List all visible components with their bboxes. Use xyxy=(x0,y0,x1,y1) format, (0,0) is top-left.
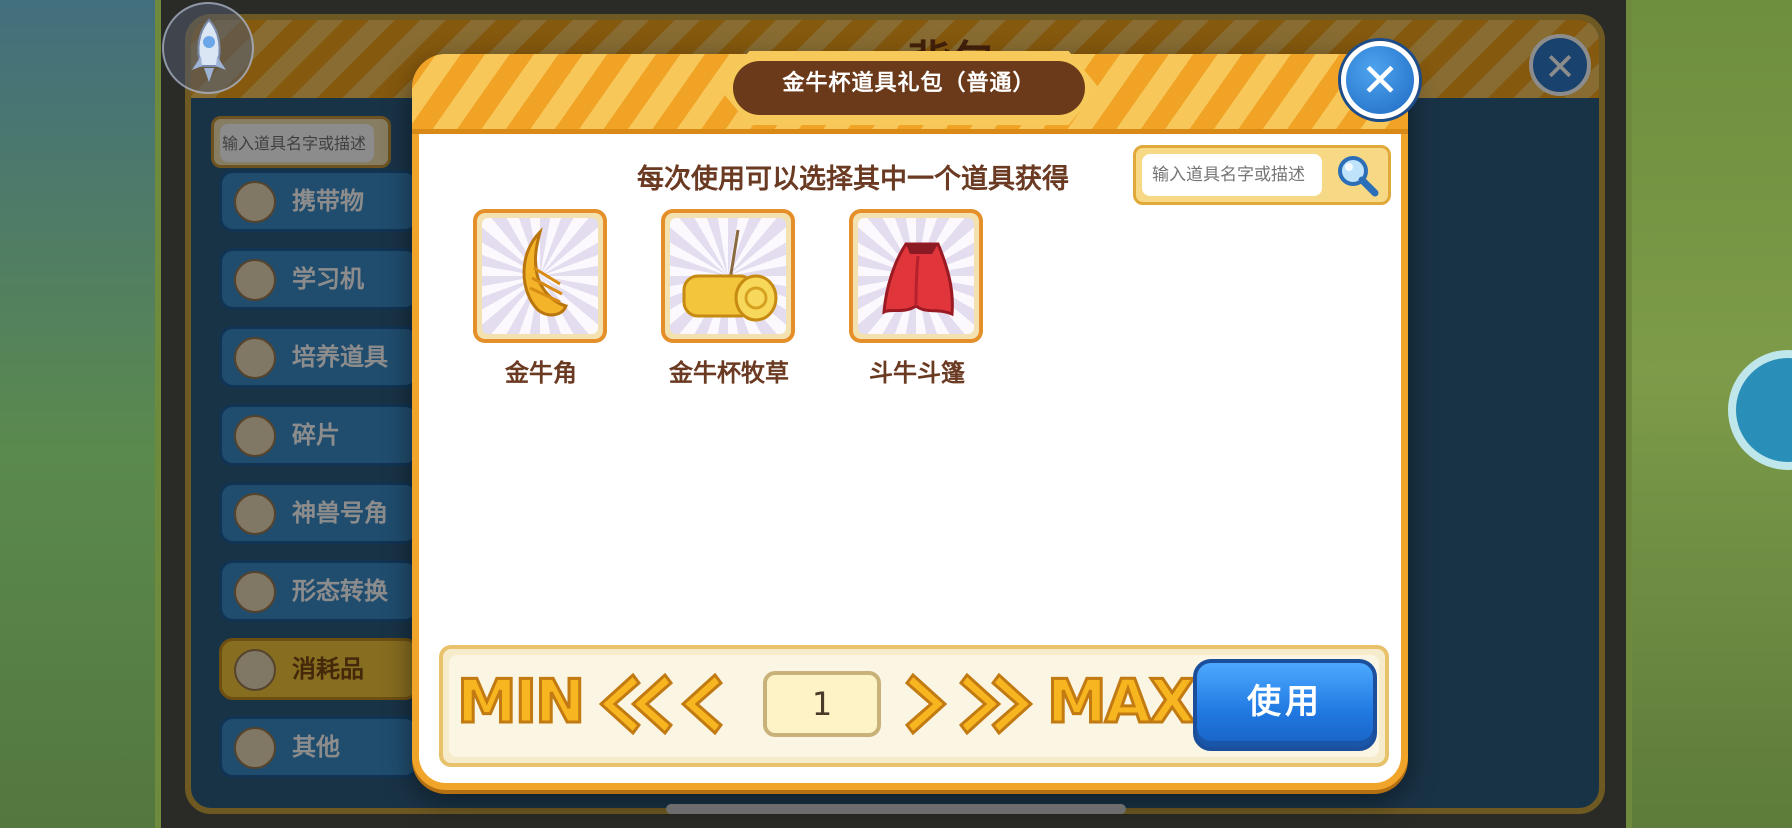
item-label: 金牛杯牧草 xyxy=(669,359,789,387)
carry-item-icon xyxy=(234,181,276,223)
category-disc[interactable]: 学习机 xyxy=(219,248,419,310)
horn-icon xyxy=(234,493,276,535)
category-label: 学习机 xyxy=(292,265,364,293)
category-horn[interactable]: 神兽号角 xyxy=(219,482,419,544)
disc-icon xyxy=(234,259,276,301)
max-button[interactable]: MAX xyxy=(1045,666,1196,739)
item-slot[interactable]: 金牛角 xyxy=(473,209,609,388)
bag-search-input[interactable] xyxy=(220,124,374,162)
search-icon[interactable] xyxy=(1334,152,1380,198)
item-search xyxy=(1133,145,1391,205)
right-arrow-icon[interactable] xyxy=(903,669,953,739)
red-cape-icon xyxy=(882,242,954,317)
category-label: 携带物 xyxy=(292,187,364,215)
category-consumable[interactable]: 消耗品 xyxy=(219,638,419,700)
category-label: 其他 xyxy=(292,733,340,761)
category-label: 培养道具 xyxy=(292,343,388,371)
gift-pack-dialog: 金牛杯道具礼包（普通） ✕ 每次使用可以选择其中一个道具获得 金牛角 xyxy=(412,41,1419,790)
use-button[interactable]: 使用 xyxy=(1193,659,1377,751)
category-transform[interactable]: 形态转换 xyxy=(219,560,419,622)
category-list: 携带物 学习机 培养道具 碎片 神兽号角 形态转换 消耗品 其他 xyxy=(219,170,419,794)
left-arrow-icon[interactable] xyxy=(675,669,725,739)
category-label: 消耗品 xyxy=(292,655,364,683)
category-label: 神兽号角 xyxy=(292,499,388,527)
title-plaque: 金牛杯道具礼包（普通） xyxy=(719,51,1099,125)
item-slot[interactable]: 斗牛斗篷 xyxy=(849,209,985,388)
close-icon: ✕ xyxy=(1360,53,1400,107)
golden-horn-icon xyxy=(522,227,569,317)
item-label: 金牛角 xyxy=(505,359,577,387)
category-other[interactable]: 其他 xyxy=(219,716,419,778)
close-button[interactable]: ✕ xyxy=(1341,41,1419,119)
box-icon xyxy=(234,649,276,691)
double-right-arrow-icon[interactable] xyxy=(959,669,1039,739)
rocket-icon xyxy=(192,18,226,82)
potion-icon xyxy=(234,337,276,379)
category-carry[interactable]: 携带物 xyxy=(219,170,419,232)
category-fragment[interactable]: 碎片 xyxy=(219,404,419,466)
selection-hint: 每次使用可以选择其中一个道具获得 xyxy=(637,164,1069,195)
quantity-input[interactable] xyxy=(763,671,881,737)
home-indicator[interactable] xyxy=(666,804,1126,814)
category-training[interactable]: 培养道具 xyxy=(219,326,419,388)
category-label: 形态转换 xyxy=(292,577,388,605)
bag-search xyxy=(211,116,391,168)
category-label: 碎片 xyxy=(292,421,340,449)
transform-icon xyxy=(234,571,276,613)
dialog-title: 金牛杯道具礼包（普通） xyxy=(782,71,1036,96)
bag-close-button[interactable]: ✕ xyxy=(1529,34,1591,96)
item-label: 斗牛斗篷 xyxy=(869,359,965,387)
double-left-arrow-icon[interactable] xyxy=(593,669,673,739)
min-button[interactable]: MIN xyxy=(455,666,586,739)
quantity-bar: MIN MAX 使用 xyxy=(439,645,1389,767)
rocket-button[interactable] xyxy=(162,2,254,94)
puzzle-piece-icon xyxy=(234,415,276,457)
item-slot[interactable]: 金牛杯牧草 xyxy=(661,209,797,388)
magnifier-icon xyxy=(234,727,276,769)
search-input[interactable] xyxy=(1142,154,1322,196)
hay-bale-icon xyxy=(682,229,778,322)
left-scenery xyxy=(0,0,155,828)
